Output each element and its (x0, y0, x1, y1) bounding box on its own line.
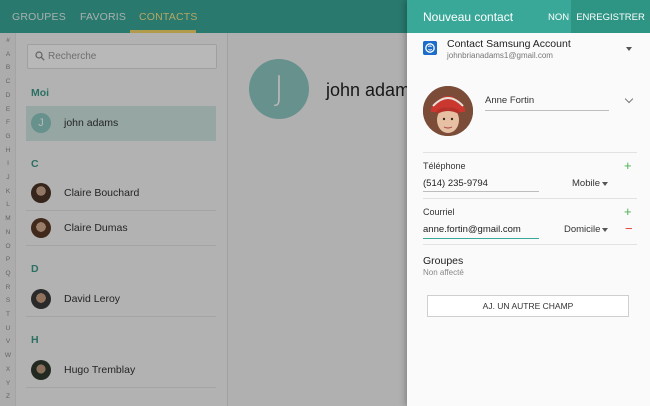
account-email: johnbrianadams1@gmail.com (447, 51, 553, 60)
contact-photo[interactable] (423, 86, 473, 136)
phone-type-arrow-icon (602, 182, 608, 186)
divider (423, 152, 637, 153)
groups-value: Non affecté (423, 268, 464, 277)
dropdown-arrow-icon (626, 47, 632, 51)
email-type-arrow-icon (602, 228, 608, 232)
expand-name-chevron-icon[interactable] (624, 94, 634, 104)
account-title: Contact Samsung Account (447, 38, 571, 50)
email-field[interactable]: anne.fortin@gmail.com (423, 224, 521, 235)
phone-label: Téléphone (423, 161, 466, 171)
panel-title: Nouveau contact (423, 10, 514, 24)
email-type-select[interactable]: Domicile (564, 224, 600, 235)
remove-email-icon[interactable]: − (625, 222, 633, 235)
cancel-button[interactable]: NON (548, 12, 569, 23)
phone-underline (423, 191, 539, 192)
samsung-account-icon (423, 41, 437, 55)
phone-field[interactable]: (514) 235-9794 (423, 178, 488, 189)
person-photo-icon (423, 86, 473, 136)
groups-label: Groupes (423, 255, 464, 267)
phone-type-select[interactable]: Mobile (572, 178, 600, 189)
new-contact-panel: Nouveau contact NON ENREGISTRER Contact … (407, 0, 650, 406)
panel-header: Nouveau contact NON ENREGISTRER (407, 0, 650, 33)
email-underline (423, 238, 539, 239)
email-label: Courriel (423, 207, 455, 217)
save-button[interactable]: ENREGISTRER (571, 0, 650, 33)
add-phone-icon[interactable]: + (624, 159, 632, 172)
add-another-field-button[interactable]: AJ. UN AUTRE CHAMP (427, 295, 629, 317)
divider (423, 198, 637, 199)
name-field[interactable]: Anne Fortin (485, 95, 609, 111)
add-email-icon[interactable]: + (624, 205, 632, 218)
divider (423, 244, 637, 245)
